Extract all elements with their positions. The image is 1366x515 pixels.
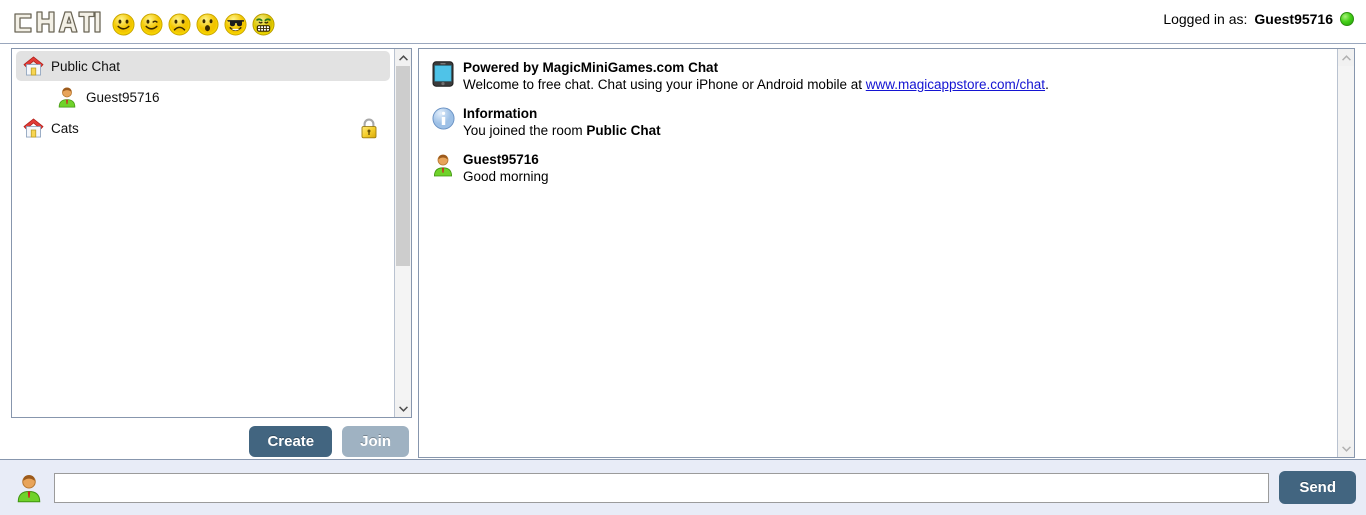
message-input[interactable] [54,472,1270,503]
scroll-up-button[interactable] [395,49,411,66]
join-room-button[interactable]: Join [342,425,409,457]
smiley-sad-icon[interactable] [168,13,191,36]
message-icon-wrap [429,151,457,177]
chat-message-information: Information You joined the room Public C… [429,105,1324,140]
message-author: Guest95716 [463,152,539,167]
person-icon [17,474,41,502]
message-room-name: Public Chat [586,123,661,138]
chat-message-log: Powered by MagicMiniGames.com Chat Welco… [419,49,1336,457]
chat-scrollbar[interactable] [1337,49,1354,457]
room-item-public-chat[interactable]: Public Chat [16,51,390,81]
message-text-before: You joined the room [463,123,587,138]
magicappstore-link[interactable]: www.magicappstore.com/chat [866,77,1045,92]
message-icon-wrap [429,59,457,87]
send-button[interactable]: Send [1279,471,1356,504]
message-text: Welcome to free chat. Chat using your iP… [463,76,1049,94]
message-title: Powered by MagicMiniGames.com Chat [463,60,719,75]
chat-wordmark-icon [14,11,101,33]
app-logo [11,9,103,37]
scrollbar-thumb[interactable] [396,66,410,267]
scrollbar-track[interactable] [395,66,411,400]
scroll-down-button[interactable] [395,400,411,417]
house-icon [23,118,44,138]
emoticon-toolbar[interactable] [112,13,275,36]
smiley-surprised-icon[interactable] [196,13,219,36]
person-icon [58,87,76,108]
message-icon-wrap [429,105,457,130]
rooms-list: Public Chat Guest95716 Cats [12,49,394,417]
room-item-label: Public Chat [51,58,121,74]
rooms-panel: Public Chat Guest95716 Cats [11,48,412,418]
message-title: Information [463,106,538,121]
chat-application: Logged in as: Guest95716 Public Chat Gue… [0,0,1366,515]
chevron-up-icon [1341,54,1351,61]
house-icon [23,56,44,76]
message-text-before: Welcome to free chat. Chat using your iP… [463,77,866,92]
chevron-down-icon [398,405,408,412]
message-composer: Send [0,459,1366,515]
login-status: Logged in as: Guest95716 [1163,11,1354,27]
person-icon [433,154,453,177]
smiley-cool-icon[interactable] [224,13,247,36]
room-actions: Create Join [11,420,412,462]
rooms-scrollbar[interactable] [394,49,411,417]
info-icon [431,107,455,130]
room-item-cats[interactable]: Cats [12,113,394,143]
create-room-button[interactable]: Create [249,425,333,457]
message-body: Powered by MagicMiniGames.com Chat Welco… [463,59,1049,94]
top-bar: Logged in as: Guest95716 [0,0,1366,44]
message-text-after: . [1045,77,1049,92]
chevron-up-icon [398,54,408,61]
scroll-up-button[interactable] [1338,49,1354,66]
chat-message-powered-by: Powered by MagicMiniGames.com Chat Welco… [429,59,1324,94]
chat-message-guest95716: Guest95716 Good morning [429,151,1324,186]
lock-icon [361,118,377,139]
online-status-icon [1340,12,1354,26]
message-body: Guest95716 Good morning [463,151,549,186]
message-text: Good morning [463,169,549,184]
room-member-label: Guest95716 [86,89,160,105]
login-status-username: Guest95716 [1254,11,1333,27]
chat-panel: Powered by MagicMiniGames.com Chat Welco… [418,48,1355,458]
phone-icon [432,61,454,87]
smiley-wink-icon[interactable] [140,13,163,36]
room-member-guest95716[interactable]: Guest95716 [12,81,394,113]
scroll-down-button[interactable] [1338,440,1354,457]
scrollbar-track[interactable] [1338,66,1354,440]
smiley-angry-icon[interactable] [252,13,275,36]
room-item-label: Cats [51,120,79,136]
message-body: Information You joined the room Public C… [463,105,661,140]
chevron-down-icon [1341,445,1351,452]
message-text: You joined the room Public Chat [463,122,661,140]
smiley-smile-icon[interactable] [112,13,135,36]
login-status-label: Logged in as: [1163,11,1248,27]
